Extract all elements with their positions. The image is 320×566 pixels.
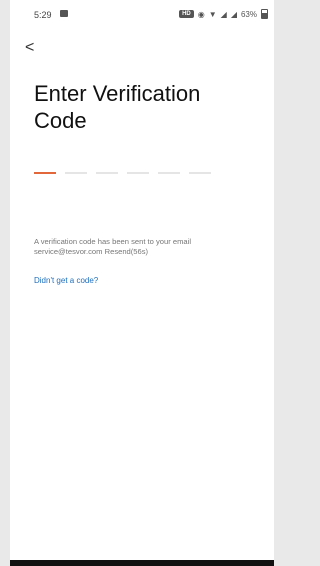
hd-icon: HD [179, 10, 194, 18]
code-slot-1[interactable] [34, 172, 56, 174]
code-slot-2[interactable] [65, 172, 87, 174]
page-title: Enter Verification Code [34, 81, 201, 133]
vibrate-icon: ◉ [197, 9, 205, 19]
info-email-line: service@tesvor.com Resend(56s) [34, 247, 264, 257]
verification-code-input[interactable] [34, 172, 211, 174]
didnt-get-code-link[interactable]: Didn't get a code? [34, 276, 98, 285]
code-slot-5[interactable] [158, 172, 180, 174]
status-time: 5:29 [34, 10, 52, 20]
gallery-icon [60, 10, 68, 17]
code-slot-3[interactable] [96, 172, 118, 174]
wifi-icon: ▼ [208, 9, 217, 19]
verification-info: A verification code has been sent to you… [34, 237, 264, 257]
battery-icon [261, 9, 268, 19]
status-icons: HD ◉ ▼ ◢ ◢ 63% [179, 9, 268, 19]
battery-text: 63% [240, 9, 257, 19]
signal-icon: ◢ [220, 9, 227, 19]
email-address: service@tesvor.com [34, 247, 103, 256]
code-slot-6[interactable] [189, 172, 211, 174]
resend-countdown[interactable]: Resend(56s) [105, 247, 148, 256]
navigation-bar [10, 560, 274, 566]
code-slot-4[interactable] [127, 172, 149, 174]
signal-icon: ◢ [230, 9, 237, 19]
back-button[interactable]: < [25, 40, 34, 56]
info-line: A verification code has been sent to you… [34, 237, 192, 246]
screen: 5:29 HD ◉ ▼ ◢ ◢ 63% < Enter Verification… [10, 0, 274, 566]
status-bar: 5:29 HD ◉ ▼ ◢ ◢ 63% [10, 0, 274, 30]
